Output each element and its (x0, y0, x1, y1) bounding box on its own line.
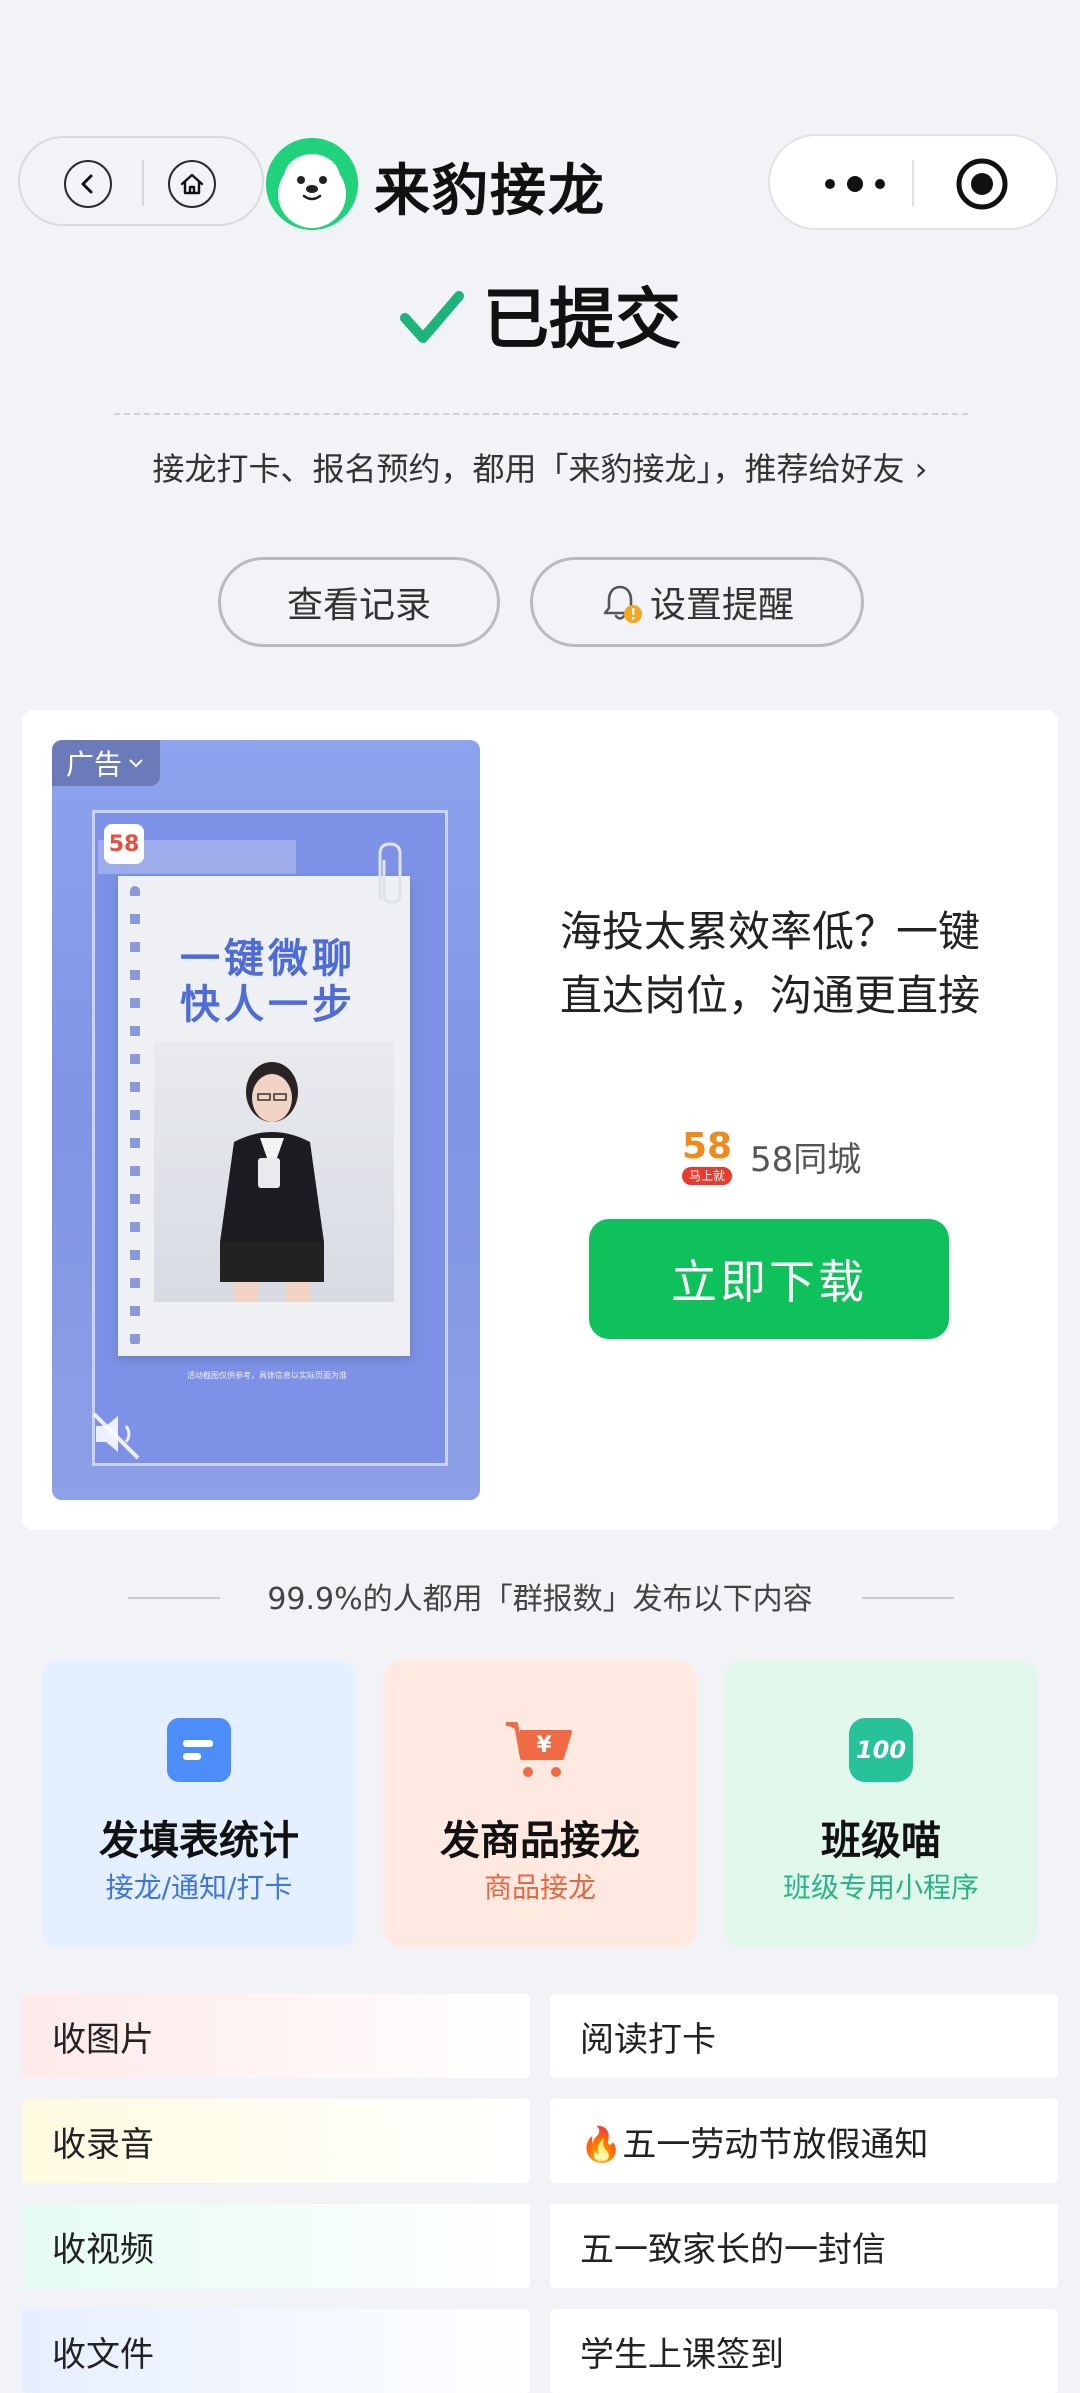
view-records-label: 查看记录 (286, 585, 431, 626)
feature-subtitle: 接龙/通知/打卡 (105, 1871, 293, 1904)
view-records-button[interactable]: 查看记录 (218, 557, 500, 647)
more-dots-icon (825, 176, 885, 192)
set-reminder-button[interactable]: 设置提醒 (530, 557, 864, 647)
form-icon (167, 1718, 231, 1782)
chevron-down-icon (129, 759, 143, 768)
app-title: 来豹接龙 (374, 159, 606, 224)
businesswoman-illustration (220, 1062, 324, 1302)
feature-card-class[interactable]: 100 班级喵 班级专用小程序 (724, 1660, 1038, 1948)
paperclip-icon (378, 842, 402, 904)
target-close-icon (956, 158, 1008, 210)
list-item[interactable]: 五一致家长的一封信 (550, 2204, 1058, 2288)
dashed-divider (114, 413, 968, 415)
svg-text:¥: ¥ (536, 1733, 552, 1758)
list-item[interactable]: 收文件 (22, 2309, 530, 2393)
capsule-divider (912, 160, 914, 206)
list-item[interactable]: 收录音 (22, 2099, 530, 2183)
section-title: 99.9%的人都用「群报数」发布以下内容 (267, 1582, 813, 1617)
feature-card-goods[interactable]: ¥ 发商品接龙 商品接龙 (383, 1660, 697, 1948)
feature-title: 发填表统计 (99, 1818, 299, 1864)
mute-button[interactable] (86, 1404, 146, 1464)
ad-image-headline-2: 快人一步 (180, 982, 356, 1028)
feature-title: 发商品接龙 (440, 1818, 640, 1864)
recommend-link[interactable]: 接龙打卡、报名预约，都用「来豹接龙」，推荐给好友 › (0, 444, 1080, 490)
class-100-icon: 100 (849, 1718, 913, 1782)
feature-subtitle: 商品接龙 (483, 1871, 596, 1904)
download-button[interactable]: 立即下载 (589, 1219, 949, 1339)
brand-logo-sub: 马上就 (682, 1167, 732, 1185)
ad-image[interactable]: 58 一键微聊 快人一步 活动截图仅供参考，具体信息以实际页面为准 (52, 740, 480, 1500)
submitted-title: 已提交 (0, 266, 1080, 362)
brand-logo-number: 58 (681, 1126, 733, 1167)
nav-capsule (18, 136, 264, 226)
shopping-cart-icon: ¥ (506, 1718, 572, 1782)
more-button[interactable] (810, 164, 900, 204)
ad-description: 海投太累效率低？一键直达岗位，沟通更直接 (559, 907, 980, 1020)
ad-photo (154, 1042, 394, 1302)
submitted-text: 已提交 (483, 281, 681, 358)
home-icon (180, 173, 204, 195)
ad-tag-label: 广告 (65, 748, 122, 781)
chevron-left-icon (81, 174, 93, 194)
ad-notepad: 一键微聊 快人一步 (118, 876, 410, 1356)
list-item[interactable]: 收视频 (22, 2204, 530, 2288)
set-reminder-label: 设置提醒 (649, 585, 794, 626)
list-item[interactable]: 阅读打卡 (550, 1994, 1058, 2078)
brand-logo-icon: 58 马上就 (676, 1125, 738, 1187)
ad-image-footnote: 活动截图仅供参考，具体信息以实际页面为准 (187, 1371, 347, 1380)
home-button[interactable] (168, 160, 216, 208)
capsule-divider (142, 160, 144, 206)
ad-tag[interactable]: 广告 (52, 740, 160, 786)
list-item[interactable]: 学生上课签到 (550, 2309, 1058, 2393)
list-item[interactable]: 收图片 (22, 1994, 530, 2078)
close-miniprogram-button[interactable] (954, 156, 1010, 212)
bell-icon (600, 581, 642, 623)
list-item[interactable]: 🔥五一劳动节放假通知 (550, 2099, 1058, 2183)
ad-brand: 58 马上就 58同城 (676, 1124, 861, 1188)
seal-mascot-icon (266, 138, 358, 230)
ad-image-headline-1: 一键微聊 (180, 936, 356, 982)
app-logo (266, 138, 358, 230)
feature-subtitle: 班级专用小程序 (782, 1871, 979, 1904)
ad-image-logo: 58 (104, 824, 144, 864)
miniprogram-capsule (768, 134, 1058, 230)
ad-brand-name: 58同城 (750, 1139, 862, 1180)
speaker-muted-icon (92, 1412, 140, 1460)
feature-card-form[interactable]: 发填表统计 接龙/通知/打卡 (42, 1660, 356, 1948)
feature-title: 班级喵 (821, 1818, 941, 1864)
checkmark-icon (399, 285, 465, 362)
back-button[interactable] (64, 160, 112, 208)
